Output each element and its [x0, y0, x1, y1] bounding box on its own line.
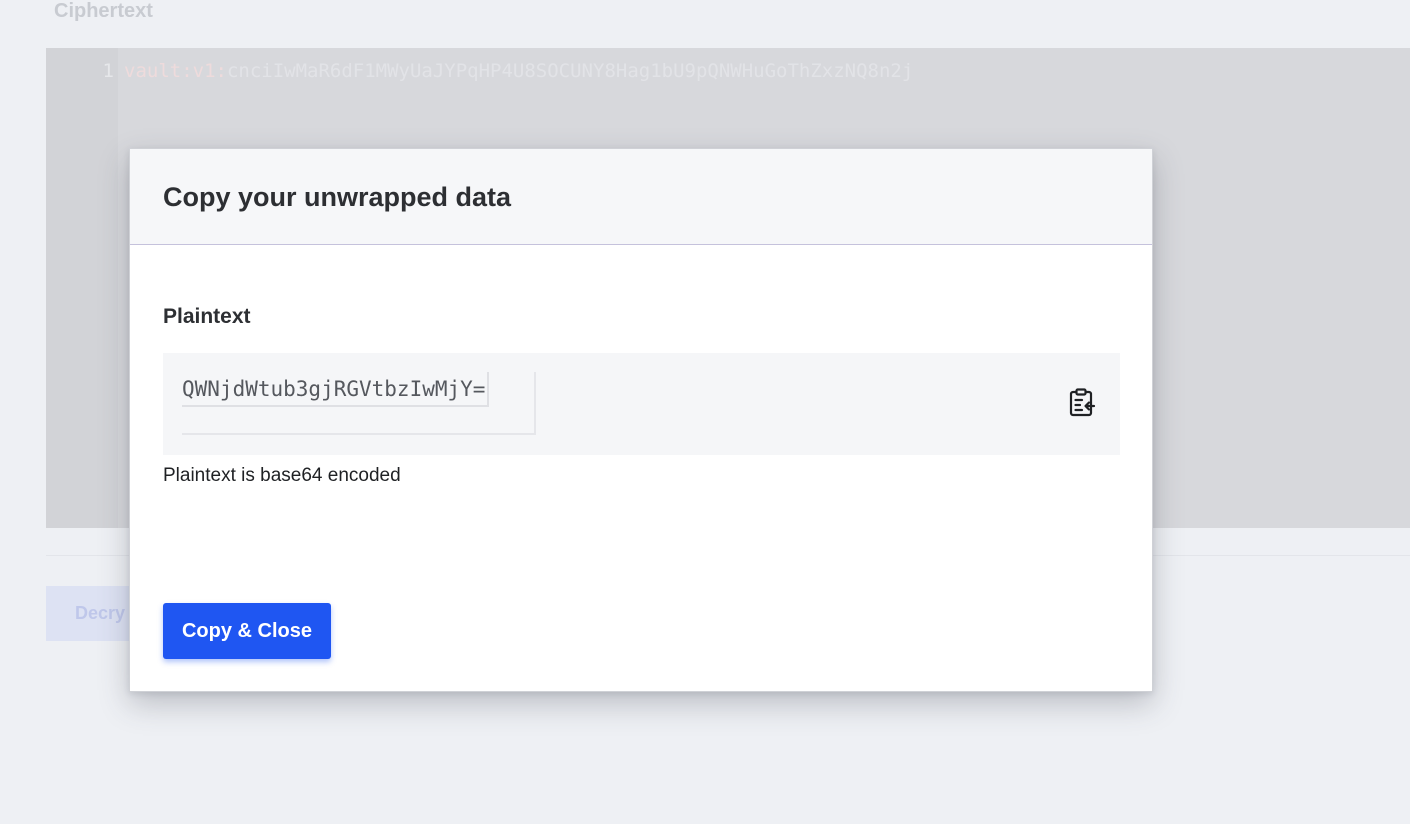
clipboard-copy-icon[interactable] [1068, 388, 1096, 418]
plaintext-code-frame: QWNjdWtub3gjRGVtbzIwMjY= [182, 372, 536, 435]
modal-header: Copy your unwrapped data [130, 149, 1152, 245]
clipboard-copy-icon-svg [1069, 388, 1096, 417]
editor-code-line[interactable]: vault:v1:cnciIwMaR6dF1MWyUaJYPqHP4U8SOCU… [124, 60, 913, 82]
plaintext-help-text: Plaintext is base64 encoded [163, 465, 401, 486]
plaintext-value[interactable]: QWNjdWtub3gjRGVtbzIwMjY= [182, 372, 490, 407]
plaintext-code-block: QWNjdWtub3gjRGVtbzIwMjY= [163, 353, 1120, 455]
page: Ciphertext 1 vault:v1:cnciIwMaR6dF1MWyUa… [0, 0, 1410, 824]
modal-title: Copy your unwrapped data [163, 182, 512, 212]
modal-body: Plaintext QWNjdWtub3gjRGVtbzIwMjY= Plain… [130, 245, 1152, 692]
unwrap-modal: Copy your unwrapped data Plaintext QWNjd… [129, 148, 1153, 692]
editor-gutter [46, 48, 118, 528]
ciphertext-value: cnciIwMaR6dF1MWyUaJYPqHP4U8SOCUNY8Hag1bU… [226, 60, 914, 82]
editor-line-number: 1 [102, 60, 114, 82]
plaintext-label: Plaintext [163, 305, 251, 328]
ciphertext-prefix: vault:v1: [124, 60, 227, 82]
ciphertext-label: Ciphertext [54, 0, 153, 22]
copy-and-close-button[interactable]: Copy & Close [163, 603, 331, 659]
